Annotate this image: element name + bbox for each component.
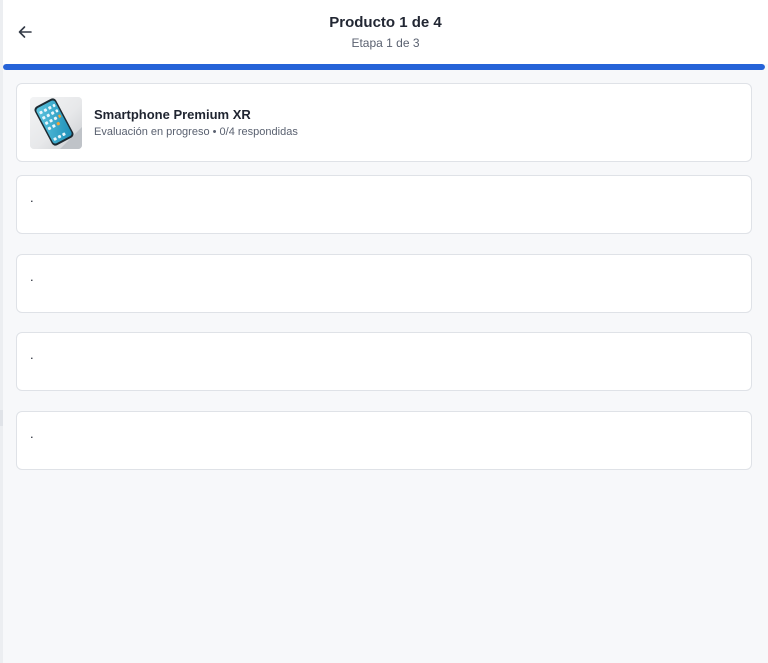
question-text: . bbox=[30, 190, 34, 205]
question-text: . bbox=[30, 269, 34, 284]
smartphone-image bbox=[30, 97, 82, 149]
page-subtitle: Etapa 1 de 3 bbox=[351, 36, 420, 50]
product-status: Evaluación en progreso • 0/4 respondidas bbox=[94, 126, 298, 138]
question-card[interactable]: . bbox=[16, 175, 752, 234]
question-card[interactable]: . bbox=[16, 254, 752, 313]
question-card[interactable]: . bbox=[16, 332, 752, 391]
product-card: Smartphone Premium XR Evaluación en prog… bbox=[16, 83, 752, 162]
left-edge-border bbox=[0, 0, 3, 663]
question-card[interactable]: . bbox=[16, 411, 752, 470]
question-text: . bbox=[30, 426, 34, 441]
page-title: Producto 1 de 4 bbox=[329, 14, 442, 31]
question-text: . bbox=[30, 347, 34, 362]
header-bar: Producto 1 de 4 Etapa 1 de 3 bbox=[3, 0, 768, 64]
progress-bar bbox=[3, 64, 765, 70]
header-titles: Producto 1 de 4 Etapa 1 de 3 bbox=[3, 13, 768, 51]
progress-bar-fill bbox=[3, 64, 765, 70]
product-name: Smartphone Premium XR bbox=[94, 107, 251, 122]
product-thumbnail bbox=[30, 97, 82, 149]
left-edge-handle bbox=[0, 410, 3, 426]
